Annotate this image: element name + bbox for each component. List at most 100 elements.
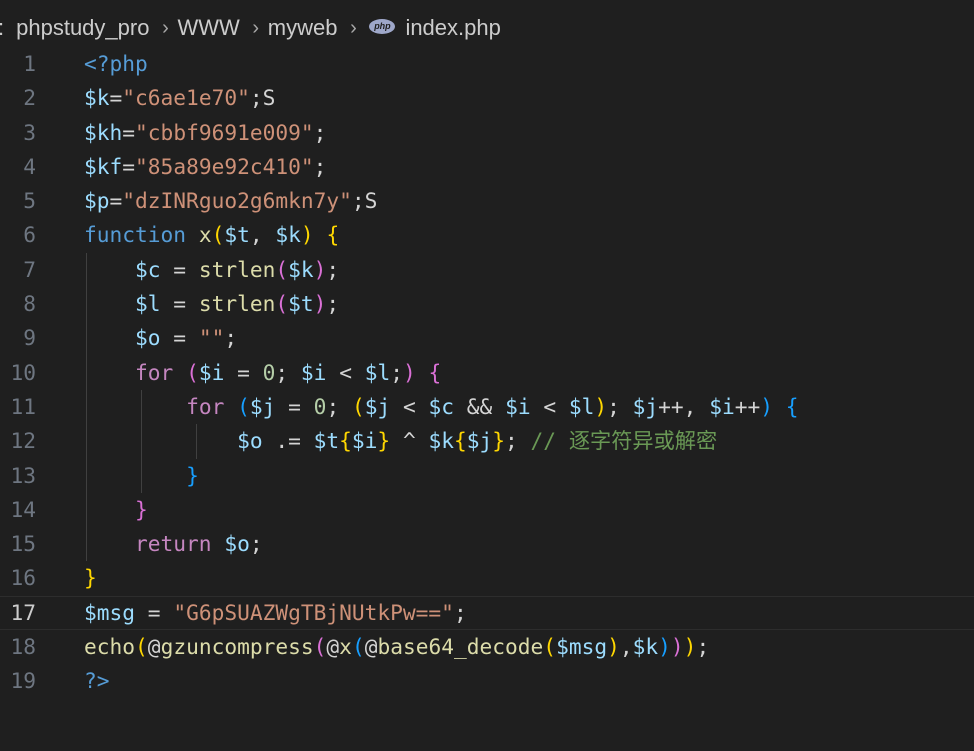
code-token: ^	[390, 428, 429, 454]
code-line[interactable]: 4 $kf="85a89e92c410";	[0, 150, 974, 184]
code-token: x	[198, 222, 212, 248]
line-number: 7	[23, 256, 36, 282]
code-token: $i	[709, 393, 735, 419]
code-text: ?>	[84, 664, 110, 698]
code-text: $l = strlen($t);	[84, 287, 339, 321]
code-token: @	[326, 634, 340, 660]
code-text: function x($t, $k) {	[84, 218, 339, 252]
code-token: $o	[135, 325, 161, 351]
code-token: {	[339, 428, 352, 454]
line-number: 1	[23, 51, 36, 76]
code-line[interactable]: 17 $msg = "G6pSUAZWgTBjNUtkPw==";	[0, 595, 974, 631]
code-line[interactable]: 2 $k="c6ae1e70";S	[0, 81, 974, 115]
code-token: {	[785, 393, 799, 419]
code-token: .=	[262, 428, 314, 454]
line-number: 11	[10, 393, 36, 419]
code-line[interactable]: 11 for ($j = 0; ($j < $c && $i < $l); $j…	[0, 390, 974, 424]
code-token: // 逐字符异或解密	[530, 428, 718, 454]
code-token: &&	[454, 393, 506, 419]
code-line[interactable]: 6 function x($t, $k) {	[0, 218, 974, 252]
code-token: $l	[364, 359, 391, 385]
breadcrumb-item-file[interactable]: index.php	[405, 15, 500, 41]
chevron-right-icon: ›	[162, 16, 169, 39]
code-token: @	[364, 634, 378, 660]
line-number: 2	[23, 85, 36, 111]
code-line[interactable]: 13 }	[0, 459, 974, 493]
code-token: ;S	[249, 85, 276, 111]
code-token: @	[147, 634, 161, 660]
code-token: )	[300, 222, 314, 248]
code-token: ;	[326, 256, 340, 282]
code-line[interactable]: 8 $l = strlen($t);	[0, 287, 974, 321]
code-line[interactable]: 10 for ($i = 0; $i < $l;) {	[0, 356, 974, 390]
code-token: ;	[453, 599, 467, 625]
code-line[interactable]: 16}	[0, 561, 974, 595]
code-token: =	[122, 119, 136, 145]
code-line[interactable]: 14 }	[0, 493, 974, 527]
code-token: (	[186, 359, 199, 385]
code-token: )	[658, 634, 671, 660]
code-token: strlen	[198, 291, 276, 317]
code-token: echo	[84, 634, 136, 660]
code-token: return	[135, 531, 212, 557]
line-number: 13	[10, 462, 36, 488]
code-line[interactable]: 3 $kh="cbbf9691e009";	[0, 116, 974, 150]
code-token: ;S	[351, 188, 378, 214]
code-token: (	[211, 222, 225, 248]
breadcrumb-item-drive[interactable]: :	[0, 15, 4, 41]
code-token: function	[84, 222, 187, 248]
code-token: 0	[313, 393, 327, 419]
code-token: )	[594, 393, 608, 419]
code-line[interactable]: 7 $c = strlen($k);	[0, 253, 974, 287]
code-editor[interactable]: 1 <?php 2 $k="c6ae1e70";S 3 $kh="cbbf9691e009…	[0, 47, 974, 699]
chevron-right-icon: ›	[350, 16, 357, 39]
code-token: )	[670, 634, 684, 660]
code-token: $l	[568, 393, 595, 419]
code-token: ?>	[84, 668, 110, 694]
code-line[interactable]: 1 <?php	[0, 47, 974, 81]
code-token: ""	[198, 325, 225, 351]
code-line[interactable]: 19 ?>	[0, 664, 974, 698]
code-token: <	[390, 393, 429, 419]
chevron-right-icon: ›	[252, 16, 260, 39]
code-token: (	[313, 634, 327, 660]
code-text: for ($j = 0; ($j < $c && $i < $l); $j++,…	[84, 390, 799, 424]
breadcrumb-item-www[interactable]: WWW	[177, 15, 239, 41]
breadcrumb-item-myweb[interactable]: myweb	[268, 15, 338, 41]
code-token: $kh	[84, 119, 123, 145]
code-text: <?php	[84, 47, 148, 81]
code-token: (	[351, 393, 365, 419]
code-line[interactable]: 9 $o = "";	[0, 321, 974, 355]
code-token: {	[428, 359, 442, 385]
code-token: ++	[734, 393, 761, 419]
code-token: ,	[619, 634, 633, 660]
code-token: =	[109, 188, 123, 214]
code-line[interactable]: 15 return $o;	[0, 527, 974, 561]
code-token: =	[109, 85, 123, 111]
code-line[interactable]: 12 $o .= $t{$i} ^ $k{$j}; // 逐字符异或解密	[0, 424, 974, 458]
indent-guide	[196, 424, 197, 459]
line-number: 15	[10, 531, 36, 557]
code-token: "cbbf9691e009"	[135, 119, 314, 145]
code-token: "85a89e92c410"	[135, 153, 314, 179]
code-token: $o	[237, 428, 263, 454]
code-token: =	[135, 599, 174, 625]
code-token: {	[453, 428, 467, 454]
code-line[interactable]: 5 $p="dzINRguo2g6mkn7y";S	[0, 184, 974, 218]
code-token: (	[543, 634, 557, 660]
code-token: $o	[224, 531, 250, 557]
code-text: $kh="cbbf9691e009";	[84, 116, 326, 150]
indent-guide	[141, 390, 142, 493]
breadcrumb-item-phpstudy-pro[interactable]: phpstudy_pro	[16, 15, 149, 41]
code-text: $o .= $t{$i} ^ $k{$j}; // 逐字符异或解密	[84, 424, 717, 458]
code-token: )	[403, 359, 416, 385]
code-line[interactable]: 18 echo(@gzuncompress(@x(@base64_decode($…	[0, 630, 974, 664]
code-token: }	[135, 496, 148, 522]
code-token: $j	[249, 393, 276, 419]
